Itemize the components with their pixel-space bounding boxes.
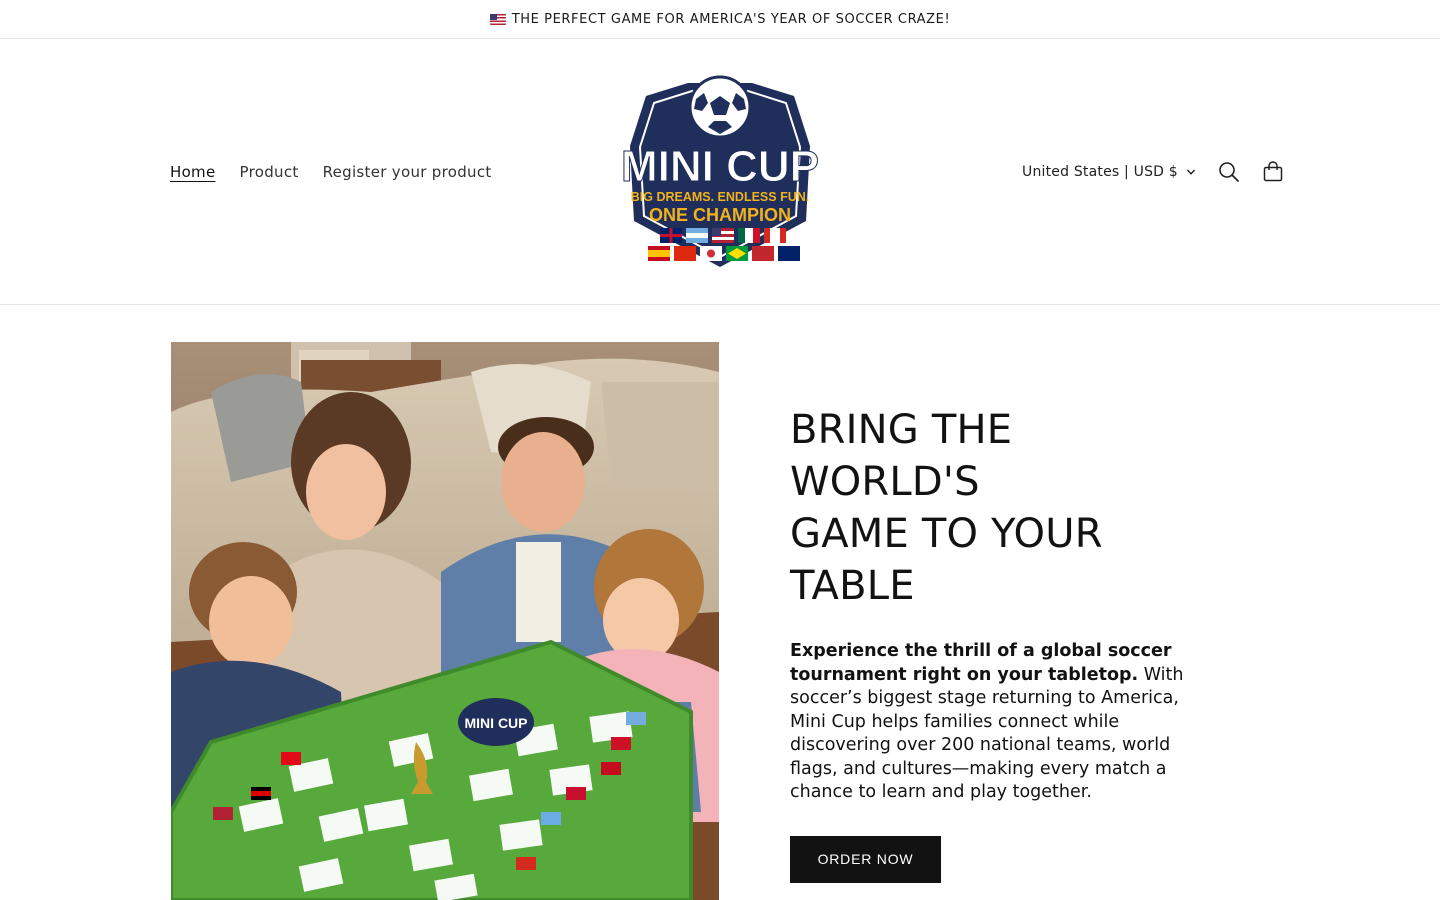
hero-title-line-2: GAME TO YOUR TABLE <box>790 511 1103 609</box>
hero-content: BRING THE WORLD'S GAME TO YOUR TABLE Exp… <box>790 404 1200 883</box>
us-flag-icon <box>489 13 506 25</box>
cart-icon[interactable] <box>1262 161 1284 183</box>
currency-label: United States | USD $ <box>1022 164 1178 180</box>
search-icon[interactable] <box>1218 161 1240 183</box>
announcement-bar: THE PERFECT GAME FOR AMERICA'S YEAR OF S… <box>0 0 1440 39</box>
nav-register-product-link[interactable]: Register your product <box>323 163 492 181</box>
chevron-down-icon <box>1186 169 1195 175</box>
logo-tagline-2: ONE CHAMPION <box>649 205 791 225</box>
hero-description-rest: With soccer’s biggest stage returning to… <box>790 664 1184 803</box>
mini-cup-logo[interactable]: MINI CUP BIG DREAMS. ENDLESS FUN. ONE CH… <box>616 71 824 271</box>
flag-row-1 <box>660 228 786 243</box>
header-tools: United States | USD $ <box>1022 155 1284 189</box>
currency-selector[interactable]: United States | USD $ <box>1022 164 1196 180</box>
board-logo-text: MINI CUP <box>465 715 528 731</box>
logo-title: MINI CUP <box>621 142 819 191</box>
nav-home-link[interactable]: Home <box>170 163 216 181</box>
logo-tagline-1: BIG DREAMS. ENDLESS FUN. <box>631 190 810 204</box>
hero-description: Experience the thrill of a global soccer… <box>790 640 1200 805</box>
announcement-text: THE PERFECT GAME FOR AMERICA'S YEAR OF S… <box>511 11 951 27</box>
main-nav: Home Product Register your product <box>170 163 492 181</box>
hero-description-bold: Experience the thrill of a global soccer… <box>790 641 1172 685</box>
hero-title: BRING THE WORLD'S GAME TO YOUR TABLE <box>790 404 1200 612</box>
hero-image: MINI CUP <box>171 342 719 900</box>
hero-title-line-1: BRING THE WORLD'S <box>790 407 1013 505</box>
site-header: Home Product Register your product MINI … <box>0 39 1440 305</box>
order-now-button[interactable]: ORDER NOW <box>790 835 941 883</box>
nav-product-link[interactable]: Product <box>240 163 299 181</box>
